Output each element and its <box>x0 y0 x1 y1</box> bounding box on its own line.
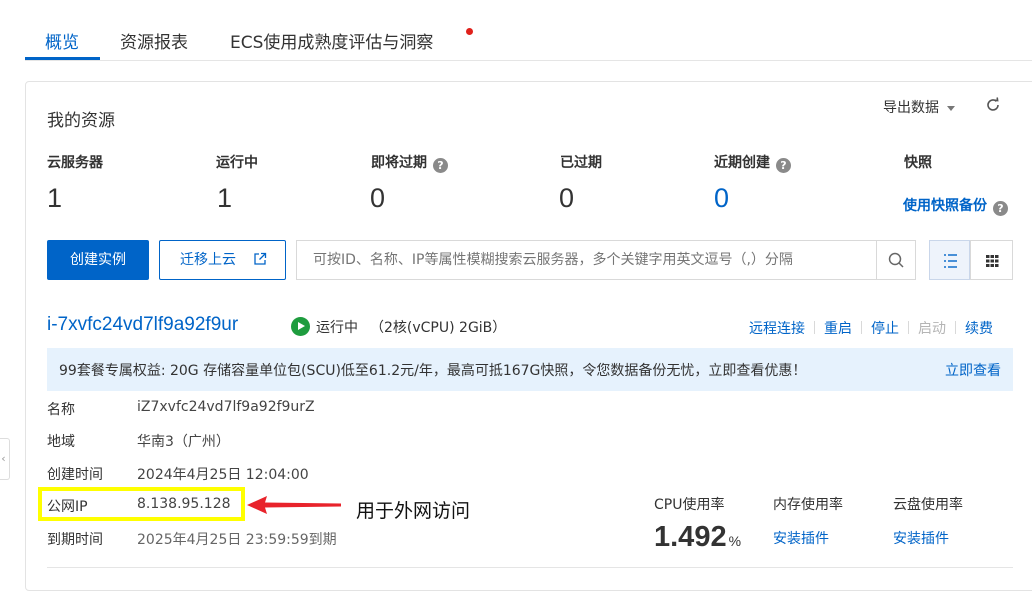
active-tab-indicator <box>25 57 100 60</box>
stat-label-running: 运行中 <box>216 155 258 171</box>
export-data-dropdown[interactable]: 导出数据 <box>883 97 955 117</box>
detail-label-name: 名称 <box>47 402 75 418</box>
detail-value-name: iZ7xvfc24vd7lf9a92f9urZ <box>137 399 315 415</box>
divider <box>908 321 909 334</box>
help-icon[interactable]: ? <box>993 201 1008 216</box>
stop-button[interactable]: 停止 <box>871 321 899 337</box>
promo-text: 99套餐专属权益: 20G 存储容量单位包(SCU)低至61.2元/年，最高可抵… <box>59 363 807 379</box>
list-view-toggle[interactable] <box>929 240 970 280</box>
disk-install-plugin-link[interactable]: 安装插件 <box>893 528 949 548</box>
promo-banner: 99套餐专属权益: 20G 存储容量单位包(SCU)低至61.2元/年，最高可抵… <box>47 348 1013 391</box>
stat-label-expiring: 即将过期? <box>371 152 448 173</box>
collapse-handle[interactable]: ‹ <box>0 438 10 480</box>
cpu-usage-unit: % <box>728 533 742 549</box>
external-link-icon <box>254 252 267 265</box>
instance-actions: 远程连接 重启 停止 启动 续费 <box>749 318 993 338</box>
red-arrow-icon <box>247 496 341 514</box>
remote-connect-button[interactable]: 远程连接 <box>749 321 805 337</box>
snapshot-backup-link[interactable]: 使用快照备份? <box>903 195 1008 216</box>
cpu-usage-value: 1.492% <box>654 521 741 554</box>
memory-install-plugin-link[interactable]: 安装插件 <box>773 528 829 548</box>
notification-dot <box>466 28 473 35</box>
tab-ecs-maturity[interactable]: ECS使用成熟度评估与洞察 <box>230 28 433 53</box>
annotation-text: 用于外网访问 <box>356 500 471 522</box>
memory-usage-label: 内存使用率 <box>773 497 843 513</box>
stat-label-recent: 近期创建? <box>714 152 791 173</box>
my-resources-title: 我的资源 <box>47 111 115 131</box>
grid-view-toggle[interactable] <box>970 240 1013 280</box>
migrate-to-cloud-button[interactable]: 迁移上云 <box>159 240 286 280</box>
instance-status: 运行中 <box>316 320 358 336</box>
refresh-icon[interactable] <box>984 96 1002 114</box>
tab-resource-report[interactable]: 资源报表 <box>120 28 188 53</box>
detail-value-expiry: 2025年4月25日 23:59:59到期 <box>137 532 337 548</box>
stat-label-snapshot: 快照 <box>904 155 932 171</box>
restart-button[interactable]: 重启 <box>824 321 852 337</box>
help-icon[interactable]: ? <box>433 158 448 173</box>
promo-view-link[interactable]: 立即查看 <box>945 360 1001 380</box>
divider <box>814 321 815 334</box>
create-instance-button[interactable]: 创建实例 <box>47 240 149 280</box>
cpu-usage-number: 1.492 <box>654 521 727 553</box>
ip-highlight-box <box>38 487 245 521</box>
stat-label-servers: 云服务器 <box>47 155 103 171</box>
stat-label-expired: 已过期 <box>560 155 602 171</box>
detail-value-created: 2024年4月25日 12:04:00 <box>137 467 309 483</box>
divider <box>47 567 1013 568</box>
divider <box>861 321 862 334</box>
start-button: 启动 <box>918 321 946 337</box>
migrate-label: 迁移上云 <box>180 252 236 268</box>
snapshot-backup-text: 使用快照备份 <box>903 198 987 214</box>
stat-value-expired[interactable]: 0 <box>559 183 574 214</box>
stat-value-running[interactable]: 1 <box>217 183 232 214</box>
renew-button[interactable]: 续费 <box>965 321 993 337</box>
disk-usage-label: 云盘使用率 <box>893 497 963 513</box>
tab-bar: 概览 资源报表 ECS使用成熟度评估与洞察 <box>25 0 1032 61</box>
stat-value-servers[interactable]: 1 <box>47 183 62 214</box>
detail-value-region: 华南3（广州） <box>137 434 230 450</box>
stat-value-expiring[interactable]: 0 <box>370 183 385 214</box>
instance-id-link[interactable]: i-7xvfc24vd7lf9a92f9ur <box>47 314 238 336</box>
detail-label-region: 地域 <box>47 434 75 450</box>
detail-label-expiry: 到期时间 <box>47 532 103 548</box>
stat-label-recent-text: 近期创建 <box>714 155 770 171</box>
cpu-usage-label: CPU使用率 <box>654 497 725 513</box>
instance-spec: （2核(vCPU) 2GiB） <box>370 320 507 336</box>
search-button[interactable] <box>876 240 916 280</box>
grid-icon <box>986 255 999 267</box>
caret-down-icon <box>947 105 955 111</box>
stat-label-expiring-text: 即将过期 <box>371 155 427 171</box>
export-label: 导出数据 <box>883 100 939 116</box>
help-icon[interactable]: ? <box>776 158 791 173</box>
tab-overview[interactable]: 概览 <box>45 28 79 53</box>
detail-label-created: 创建时间 <box>47 467 103 483</box>
search-icon <box>888 252 904 268</box>
stat-value-recent[interactable]: 0 <box>714 183 729 214</box>
divider <box>955 321 956 334</box>
list-icon <box>944 254 957 268</box>
search-input[interactable] <box>296 240 877 280</box>
running-status-icon <box>291 317 310 336</box>
